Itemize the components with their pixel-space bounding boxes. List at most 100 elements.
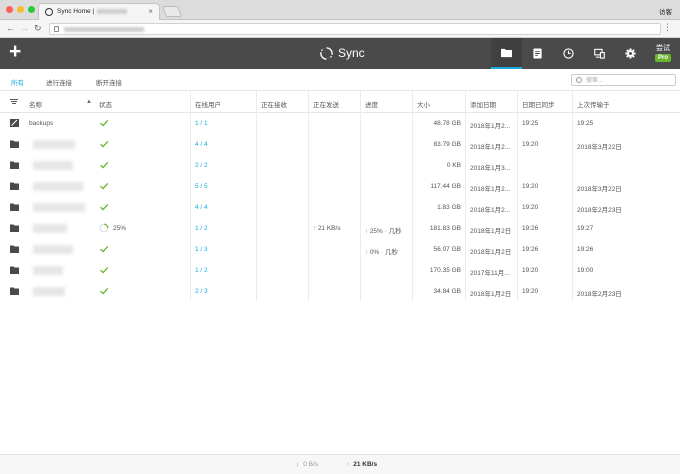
- col-progress[interactable]: 进度: [365, 99, 378, 109]
- guest-profile-label[interactable]: 访客: [659, 6, 672, 16]
- synced-date: 19:26: [522, 225, 539, 232]
- sync-logo-icon: [320, 46, 333, 60]
- folder-icon: [10, 266, 19, 274]
- online-peers-link[interactable]: 2 / 3: [195, 288, 208, 295]
- table-row[interactable]: 2 / 2 0 KB 2018年1月3...: [0, 155, 680, 176]
- col-receiving[interactable]: 正在接收: [261, 99, 287, 109]
- transfers-nav-button[interactable]: [553, 38, 584, 69]
- add-folder-button[interactable]: +: [9, 40, 21, 64]
- column-menu-icon[interactable]: [10, 98, 18, 105]
- folder-name-blurred[interactable]: [33, 161, 73, 170]
- syncing-progress-icon: [99, 223, 109, 233]
- synced-date: 19:20: [522, 141, 539, 148]
- synced-check-icon: [100, 287, 109, 295]
- devices-nav-button[interactable]: [584, 38, 615, 69]
- settings-nav-button[interactable]: [615, 38, 646, 69]
- browser-menu-button[interactable]: ⋮: [663, 22, 672, 33]
- folder-name-blurred[interactable]: [33, 140, 75, 149]
- online-peers-link[interactable]: 1 / 2: [195, 267, 208, 274]
- maximize-window-button[interactable]: [28, 6, 35, 13]
- synced-date: 19:26: [522, 246, 539, 253]
- clock-icon: [563, 48, 574, 59]
- forward-button[interactable]: →: [20, 23, 29, 33]
- page-info-icon[interactable]: [54, 26, 59, 32]
- synced-check-icon: [100, 266, 109, 274]
- table-row[interactable]: backups 1 / 1 48.78 GB 2018年1月2... 19:25 19:2…: [0, 113, 680, 134]
- status-footer: ↓ 0 B/s ↑ 21 KB/s: [0, 454, 680, 474]
- back-button[interactable]: ←: [6, 23, 15, 33]
- filter-all[interactable]: 所有: [11, 77, 24, 87]
- last-transfer: 19:25: [577, 120, 594, 127]
- filter-connected[interactable]: 进行连接: [46, 77, 72, 87]
- last-transfer: 19:26: [577, 246, 594, 253]
- address-url-blurred: [64, 27, 144, 32]
- sync-percent: 25%: [113, 225, 127, 232]
- synced-check-icon: [100, 140, 109, 148]
- table-row[interactable]: 5 / 5 117.44 GB 2018年1月2... 19:20 2018年3月22日: [0, 176, 680, 197]
- new-tab-button[interactable]: [161, 6, 183, 17]
- folder-name-blurred[interactable]: [33, 245, 73, 254]
- folder-icon: [10, 245, 19, 253]
- tab-close-button[interactable]: ×: [148, 7, 153, 16]
- close-window-button[interactable]: [6, 6, 13, 13]
- table-row[interactable]: 1 / 2 170.35 GB 2017年11月... 19:20 19:00: [0, 260, 680, 281]
- date-added: 2018年1月2...: [470, 123, 511, 130]
- folder-size: 83.79 GB: [433, 141, 461, 148]
- minimize-window-button[interactable]: [17, 6, 24, 13]
- last-transfer: 2018年2月23日: [577, 291, 622, 298]
- col-date-added[interactable]: 添加日期: [470, 99, 496, 109]
- online-peers-link[interactable]: 1 / 1: [195, 120, 208, 127]
- reload-button[interactable]: ↻: [34, 23, 42, 34]
- folder-icon: [10, 203, 19, 211]
- address-bar[interactable]: [49, 23, 661, 35]
- table-row[interactable]: 25% 1 / 2 ↑ 21 KB/s ↑ 25% · 几秒 181.83 GB 2018…: [0, 218, 680, 239]
- col-size[interactable]: 大小: [417, 99, 430, 109]
- folder-name[interactable]: backups: [29, 120, 53, 127]
- history-nav-button[interactable]: [522, 38, 553, 69]
- sync-logo: Sync: [319, 44, 365, 62]
- folder-name-blurred[interactable]: [33, 266, 63, 275]
- folder-name-blurred[interactable]: [33, 182, 83, 191]
- folder-name-blurred[interactable]: [33, 287, 65, 296]
- upload-speed: ↑ 21 KB/s: [346, 461, 377, 468]
- folder-size: 170.35 GB: [429, 267, 461, 274]
- last-transfer: 2018年3月22日: [577, 144, 622, 151]
- folder-icon: [10, 140, 19, 148]
- table-row[interactable]: 4 / 4 83.79 GB 2018年1月2... 19:20 2018年3月22日: [0, 134, 680, 155]
- col-status[interactable]: 状态: [99, 99, 112, 109]
- online-peers-link[interactable]: 4 / 4: [195, 141, 208, 148]
- col-sending[interactable]: 正在发送: [313, 99, 339, 109]
- online-peers-link[interactable]: 4 / 4: [195, 204, 208, 211]
- logo-text: Sync: [338, 46, 365, 60]
- online-peers-link[interactable]: 1 / 3: [195, 246, 208, 253]
- folder-size: 117.44 GB: [430, 183, 461, 190]
- progress-value: ↑ 0% · 几秒: [365, 249, 399, 256]
- search-input[interactable]: [586, 76, 671, 85]
- table-row[interactable]: 4 / 4 1.83 GB 2018年1月2... 19:20 2018年2月23日: [0, 197, 680, 218]
- online-peers-link[interactable]: 1 / 2: [195, 225, 208, 232]
- folder-size: 181.83 GB: [429, 225, 461, 232]
- date-added: 2018年1月3...: [470, 165, 511, 172]
- date-added: 2017年11月...: [470, 270, 510, 277]
- browser-toolbar: ← → ↻ ⋮: [0, 20, 680, 38]
- col-name[interactable]: 名称: [29, 99, 42, 109]
- table-row[interactable]: 1 / 3 ↑ 0% · 几秒 56.07 GB 2018年1月2日 19:26 19:2…: [0, 239, 680, 260]
- document-icon: [533, 48, 542, 59]
- sort-asc-icon[interactable]: ▲: [86, 99, 92, 105]
- upload-speed-value: 21 KB/s: [353, 461, 378, 468]
- try-pro-button[interactable]: 尝试 Pro: [651, 43, 675, 62]
- col-synced-date[interactable]: 日期已同步: [522, 99, 555, 109]
- table-row[interactable]: 2 / 3 34.84 GB 2018年1月2日 19:20 2018年2月23日: [0, 281, 680, 302]
- folder-name-blurred[interactable]: [33, 224, 67, 233]
- col-last-transfer[interactable]: 上次传输于: [577, 99, 610, 109]
- progress-value: ↑ 25% · 几秒: [365, 228, 402, 235]
- folders-nav-button[interactable]: [491, 38, 522, 69]
- browser-tab[interactable]: Sync Home | ×: [38, 3, 160, 20]
- synced-check-icon: [100, 161, 109, 169]
- col-online-peers[interactable]: 在线用户: [195, 99, 221, 109]
- online-peers-link[interactable]: 5 / 5: [195, 183, 208, 190]
- synced-date: 19:25: [522, 120, 539, 127]
- filter-disconnected[interactable]: 断开连接: [96, 77, 122, 87]
- folder-name-blurred[interactable]: [33, 203, 85, 212]
- online-peers-link[interactable]: 2 / 2: [195, 162, 208, 169]
